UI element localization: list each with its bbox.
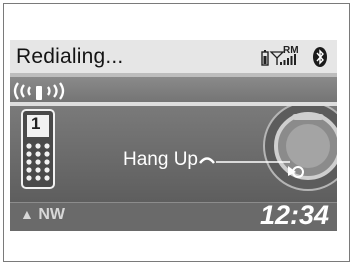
phone-icon-number: 1 — [31, 114, 41, 133]
status-icons: RM — [261, 44, 331, 69]
hang-up-label[interactable]: Hang Up — [123, 149, 198, 171]
bluetooth-icon — [313, 47, 327, 67]
signal-band — [10, 77, 337, 105]
header-bar: Redialing... RM — [10, 40, 337, 73]
compass-heading: ▲ NW — [20, 206, 65, 223]
screen-title: Redialing... — [16, 45, 124, 68]
phone-screen: Redialing... RM 1 Hang Up ▲ NW 12:34 — [10, 40, 337, 231]
hang-up-handset-icon — [199, 157, 290, 164]
phone-signal-waves-icon — [13, 82, 65, 100]
battery-icon — [261, 50, 269, 66]
roaming-indicator-icon: RM — [283, 45, 299, 56]
clock: 12:34 — [259, 200, 329, 230]
north-arrow-icon: ▲ — [20, 206, 34, 222]
